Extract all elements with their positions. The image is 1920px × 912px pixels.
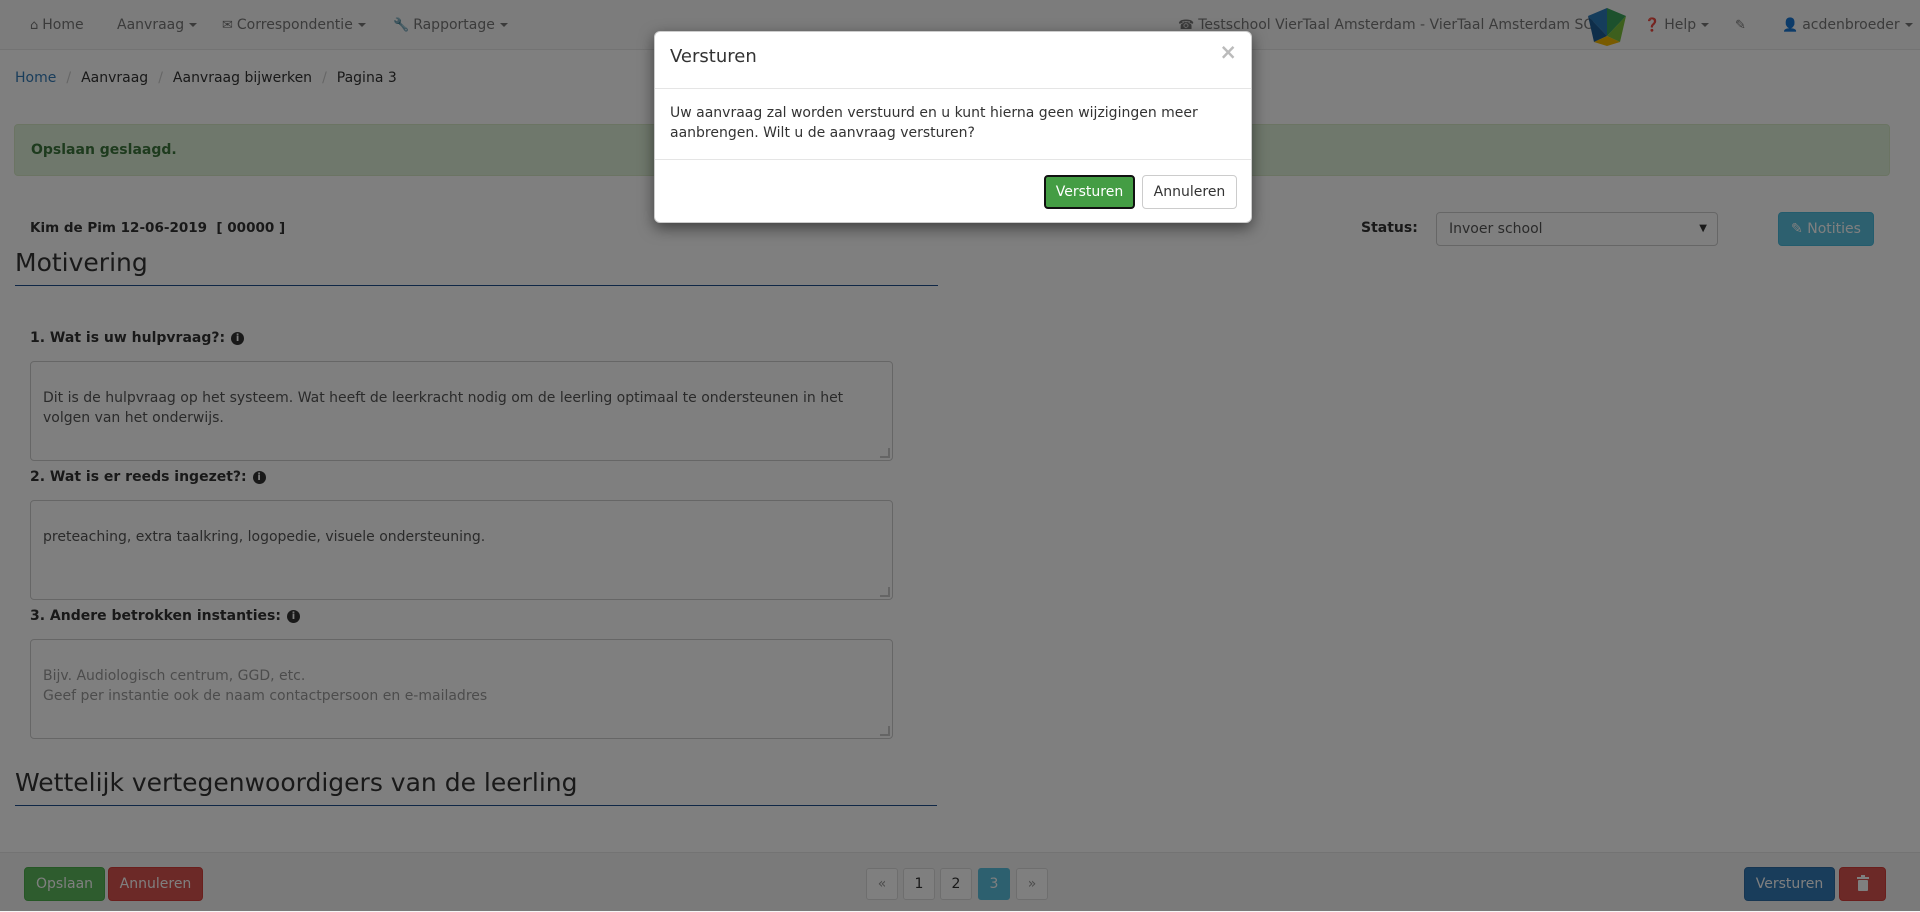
- modal-footer: Versturen Annuleren: [655, 159, 1251, 223]
- modal-title: Versturen: [670, 46, 757, 67]
- close-icon[interactable]: ×: [1219, 40, 1237, 64]
- modal-cancel-button[interactable]: Annuleren: [1142, 175, 1237, 209]
- modal-confirm-button[interactable]: Versturen: [1044, 175, 1135, 209]
- send-confirm-modal: Versturen × Uw aanvraag zal worden verst…: [654, 31, 1252, 223]
- modal-header: Versturen ×: [655, 32, 1251, 89]
- modal-body: Uw aanvraag zal worden verstuurd en u ku…: [670, 105, 1198, 141]
